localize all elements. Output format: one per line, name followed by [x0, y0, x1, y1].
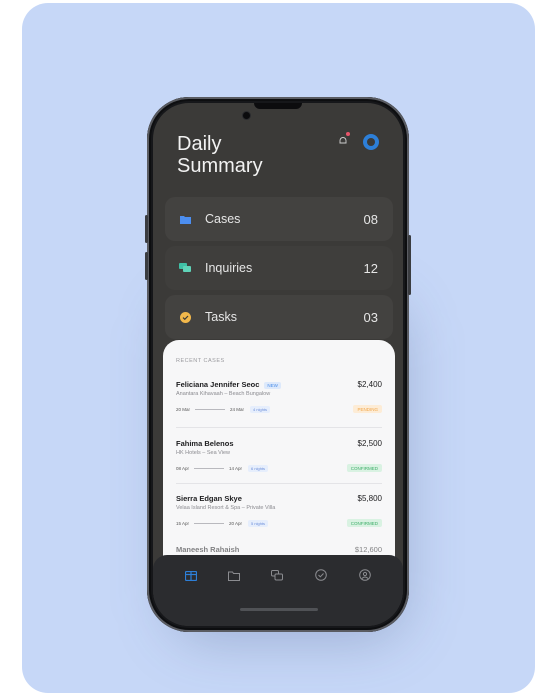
status-badge: CONFIRMED	[346, 519, 382, 527]
date-range-line	[194, 523, 225, 524]
case-name-text: Feliciana Jennifer Seoc	[176, 380, 260, 389]
case-row[interactable]: Fahima Belenos HK Hotels – Sea View $2,5…	[176, 439, 382, 489]
nav-profile[interactable]	[358, 568, 372, 586]
case-property: HK Hotels – Sea View	[176, 450, 231, 456]
divider	[176, 483, 382, 484]
date-range-line	[195, 409, 226, 410]
case-amount-partial: $12,600	[354, 545, 382, 554]
case-row[interactable]: Feliciana Jennifer Seoc NEW Anantara Kiha…	[176, 380, 382, 430]
volume-down-button	[145, 252, 148, 280]
profile-icon	[359, 568, 371, 586]
check-circle-icon	[315, 568, 327, 586]
chat-icon	[271, 568, 283, 586]
summary-row-cases[interactable]: Cases 08	[165, 197, 393, 241]
case-name-partial[interactable]: Maneesh Rahaish	[176, 545, 239, 554]
recent-cases-panel: RECENT CASES Feliciana Jennifer Seoc NEW …	[163, 340, 395, 570]
bell-icon[interactable]	[336, 136, 350, 150]
speaker-notch	[254, 103, 302, 109]
status-badge: PENDING	[353, 405, 382, 413]
start-date: 20 Mar	[176, 407, 191, 412]
date-range-line	[194, 468, 225, 469]
front-camera	[243, 112, 250, 119]
recent-cases-heading: RECENT CASES	[176, 358, 225, 364]
summary-count-cases: 08	[363, 211, 378, 227]
case-name: Feliciana Jennifer Seoc NEW	[176, 380, 281, 389]
case-name: Sierra Edgan Skye	[176, 494, 242, 503]
title-line-1: Daily	[177, 133, 222, 155]
power-button	[408, 235, 411, 295]
case-name: Fahima Belenos	[176, 439, 234, 448]
summary-label-tasks: Tasks	[205, 310, 237, 324]
nav-tasks[interactable]	[314, 568, 328, 586]
case-row[interactable]: Sierra Edgan Skye Velaa Island Resort & …	[176, 494, 382, 544]
end-date: 24 Mar	[230, 407, 245, 412]
status-badge: CONFIRMED	[346, 464, 382, 472]
summary-count-inquiries: 12	[363, 260, 378, 276]
nav-inquiries[interactable]	[270, 570, 284, 584]
dashboard-icon	[184, 568, 198, 586]
summary-label-inquiries: Inquiries	[205, 261, 253, 275]
summary-row-tasks[interactable]: Tasks 03	[165, 295, 393, 339]
case-name-text: Sierra Edgan Skye	[176, 494, 242, 503]
start-date: 15 Apr	[176, 521, 190, 526]
chat-icon	[179, 262, 191, 274]
case-name-text: Fahima Belenos	[176, 439, 234, 448]
notification-dot	[346, 132, 350, 136]
nights-chip: 4 nights	[250, 406, 271, 413]
case-amount: $2,500	[357, 439, 382, 448]
folder-icon	[228, 568, 240, 586]
nights-chip: 5 nights	[248, 520, 269, 527]
avatar-ring-center	[367, 138, 375, 146]
summary-count-tasks: 03	[363, 309, 378, 325]
nav-dashboard[interactable]	[184, 570, 198, 584]
page-title: Daily Summary	[177, 133, 297, 177]
case-amount: $5,800	[357, 494, 382, 503]
case-property: Anantara Kihavaah – Beach Bungalow	[176, 391, 271, 397]
volume-up-button	[145, 215, 148, 243]
summary-row-inquiries[interactable]: Inquiries 12	[165, 246, 393, 290]
divider	[176, 427, 382, 428]
summary-label-cases: Cases	[205, 212, 241, 226]
title-line-2: Summary	[177, 155, 263, 177]
nav-cases[interactable]	[227, 570, 241, 584]
bottom-nav	[153, 555, 403, 626]
new-badge: NEW	[264, 381, 281, 389]
folder-icon	[179, 213, 191, 225]
start-date: 08 Apr	[176, 466, 190, 471]
end-date: 14 Apr	[229, 466, 243, 471]
end-date: 20 Apr	[229, 521, 243, 526]
case-property: Velaa Island Resort & Spa – Private Vill…	[176, 505, 276, 511]
check-circle-icon	[179, 311, 191, 323]
nights-chip: 6 nights	[248, 465, 269, 472]
case-dates: 08 Apr 14 Apr 6 nights	[176, 465, 269, 472]
case-amount: $2,400	[357, 380, 382, 389]
home-indicator[interactable]	[240, 608, 318, 611]
case-dates: 20 Mar 24 Mar 4 nights	[176, 406, 271, 413]
case-dates: 15 Apr 20 Apr 5 nights	[176, 520, 269, 527]
